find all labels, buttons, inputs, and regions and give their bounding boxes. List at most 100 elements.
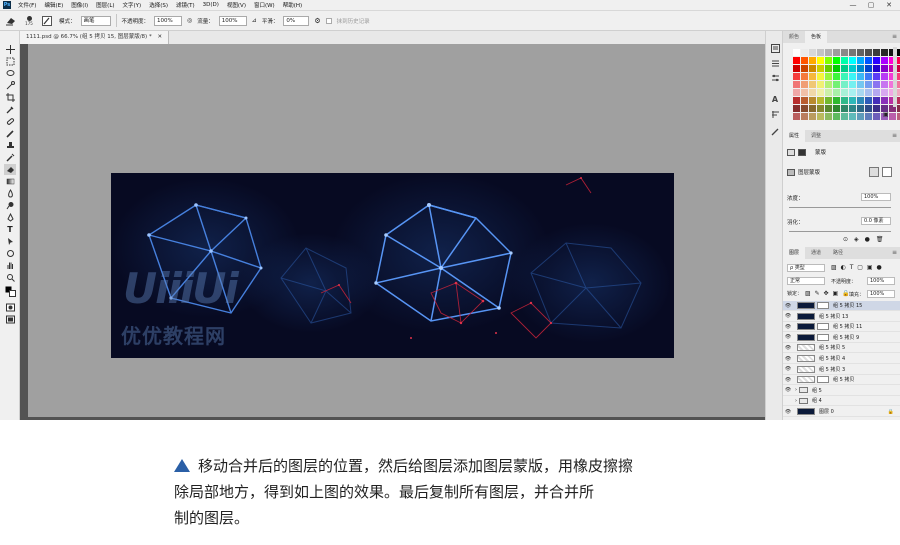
color-swatch[interactable] — [857, 73, 864, 80]
color-swatch[interactable] — [825, 81, 832, 88]
menu-type[interactable]: 文字(Y) — [119, 1, 146, 9]
color-swatch[interactable] — [833, 81, 840, 88]
color-swatch[interactable] — [825, 57, 832, 64]
color-swatch[interactable] — [833, 57, 840, 64]
shape-tool-icon[interactable] — [4, 248, 16, 259]
color-swatch[interactable] — [841, 65, 848, 72]
smoothing-gear-icon[interactable]: ⚙ — [314, 17, 320, 25]
color-swatch[interactable] — [833, 65, 840, 72]
color-swatch[interactable] — [793, 105, 800, 112]
color-swatch[interactable] — [873, 49, 880, 56]
color-swatch[interactable] — [793, 97, 800, 104]
color-swatch[interactable] — [849, 65, 856, 72]
color-swatch[interactable] — [809, 73, 816, 80]
tab-paths[interactable]: 路径 — [827, 247, 849, 259]
color-swatch[interactable] — [817, 65, 824, 72]
menu-3d[interactable]: 3D(D) — [199, 2, 223, 8]
menu-image[interactable]: 图像(I) — [67, 1, 92, 9]
menu-window[interactable]: 窗口(W) — [250, 1, 279, 9]
fill-input[interactable]: 100% — [867, 290, 895, 298]
maximize-button[interactable]: ▢ — [864, 0, 878, 11]
density-slider[interactable] — [789, 207, 891, 208]
color-swatch[interactable] — [841, 81, 848, 88]
color-swatch[interactable] — [873, 73, 880, 80]
visibility-eye-icon[interactable]: 👁 — [783, 377, 793, 383]
color-swatch[interactable] — [809, 81, 816, 88]
lock-icons[interactable]: ▨ ✎ ✥ ▣ 🔒 — [805, 290, 851, 297]
visibility-eye-icon[interactable]: 👁 — [783, 313, 793, 319]
history-brush-tool-icon[interactable] — [4, 152, 16, 163]
expand-group-icon[interactable]: › — [795, 398, 797, 404]
expand-group-icon[interactable]: › — [795, 387, 797, 393]
marquee-tool-icon[interactable] — [4, 56, 16, 67]
pressure-opacity-icon[interactable]: ◎ — [187, 17, 192, 24]
color-swatch[interactable] — [793, 65, 800, 72]
color-swatch[interactable] — [833, 113, 840, 120]
quick-mask-icon[interactable] — [4, 302, 16, 313]
color-swatch[interactable] — [873, 105, 880, 112]
menu-select[interactable]: 选择(S) — [145, 1, 172, 9]
paragraph-panel-icon[interactable] — [769, 109, 781, 120]
color-swatch[interactable] — [809, 65, 816, 72]
color-swatch[interactable] — [881, 97, 888, 104]
default-colors-icon[interactable] — [4, 286, 16, 297]
color-swatch[interactable] — [801, 73, 808, 80]
color-swatch[interactable] — [881, 81, 888, 88]
move-tool-icon[interactable] — [4, 44, 16, 55]
color-swatch[interactable] — [801, 113, 808, 120]
color-swatch[interactable] — [841, 49, 848, 56]
quick-select-tool-icon[interactable] — [4, 80, 16, 91]
layer-row[interactable]: 👁 组 5 拷贝 3 — [783, 365, 900, 375]
color-swatch[interactable] — [865, 57, 872, 64]
color-swatch[interactable] — [841, 89, 848, 96]
color-swatch[interactable] — [817, 97, 824, 104]
color-swatch[interactable] — [817, 113, 824, 120]
canvas-area[interactable]: UiiiUi 优优教程网 — [28, 44, 765, 417]
color-swatch[interactable] — [849, 105, 856, 112]
color-swatch[interactable] — [809, 49, 816, 56]
gradient-tool-icon[interactable] — [4, 176, 16, 187]
visibility-eye-icon[interactable]: 👁 — [783, 345, 793, 351]
color-swatch[interactable] — [801, 97, 808, 104]
color-swatch[interactable] — [873, 65, 880, 72]
layer-row[interactable]: 👁 组 5 拷贝 15 — [783, 301, 900, 311]
color-swatch[interactable] — [849, 73, 856, 80]
color-swatch[interactable] — [801, 89, 808, 96]
color-swatch[interactable] — [881, 65, 888, 72]
lasso-tool-icon[interactable] — [4, 68, 16, 79]
color-swatch[interactable] — [857, 57, 864, 64]
color-swatch[interactable] — [817, 81, 824, 88]
color-swatch[interactable] — [873, 97, 880, 104]
visibility-eye-icon[interactable]: 👁 — [783, 303, 793, 309]
minimize-button[interactable]: — — [846, 0, 860, 11]
layer-row[interactable]: 👁 组 5 拷贝 5 — [783, 343, 900, 354]
color-swatch[interactable] — [793, 49, 800, 56]
document-image[interactable]: UiiiUi 优优教程网 — [111, 173, 674, 358]
visibility-eye-icon[interactable]: 👁 — [783, 409, 793, 415]
color-swatch[interactable] — [809, 105, 816, 112]
document-tab[interactable]: 1111.psd @ 66.7% (组 5 拷贝 15, 图层蒙版/8) * ✕ — [20, 31, 170, 44]
properties-panel-icon[interactable] — [769, 58, 781, 69]
brush-settings-icon[interactable] — [40, 14, 54, 28]
close-window-button[interactable]: ✕ — [882, 0, 896, 11]
brush-tool-icon[interactable] — [4, 128, 16, 139]
color-swatch[interactable] — [865, 97, 872, 104]
layer-filter-icons[interactable]: ▨ ◐ T ▢ ▣ ● — [831, 264, 883, 271]
layer-row[interactable]: 👁 组 5 拷贝 11 — [783, 322, 900, 333]
color-swatch[interactable] — [841, 73, 848, 80]
eraser-tool-preset-icon[interactable] — [4, 14, 18, 28]
color-swatch[interactable] — [817, 49, 824, 56]
color-swatch[interactable] — [857, 113, 864, 120]
visibility-eye-icon[interactable]: 👁 — [783, 356, 793, 362]
hand-tool-icon[interactable] — [4, 260, 16, 271]
menu-filter[interactable]: 滤镜(T) — [172, 1, 199, 9]
color-swatch[interactable] — [825, 73, 832, 80]
color-swatch[interactable] — [801, 49, 808, 56]
delete-mask-icon[interactable]: 🗑 — [876, 236, 884, 243]
color-swatch[interactable] — [825, 113, 832, 120]
color-swatch[interactable] — [825, 97, 832, 104]
color-swatch[interactable] — [793, 89, 800, 96]
color-swatch[interactable] — [865, 105, 872, 112]
color-swatch[interactable] — [849, 57, 856, 64]
erase-history-checkbox[interactable] — [325, 17, 332, 24]
